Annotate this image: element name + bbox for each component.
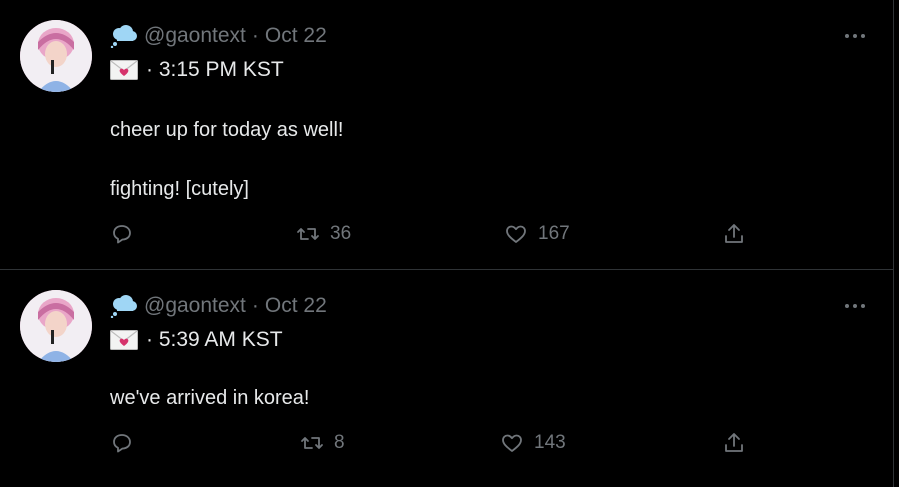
like-button[interactable]: 143 bbox=[500, 431, 566, 455]
share-button[interactable] bbox=[722, 222, 746, 246]
reply-button[interactable] bbox=[110, 222, 134, 246]
tweet-card[interactable]: @gaontext · Oct 22 · 3:15 PM KST cheer u… bbox=[0, 0, 893, 270]
retweet-count: 8 bbox=[334, 432, 345, 453]
like-button[interactable]: 167 bbox=[504, 222, 570, 246]
avatar[interactable] bbox=[20, 290, 92, 362]
tweet-text-line: we've arrived in korea! bbox=[110, 387, 310, 409]
tweet-text-line: cheer up for today as well! bbox=[110, 119, 344, 141]
separator-dot: · bbox=[251, 24, 259, 47]
tweet-actions: 8 143 bbox=[110, 431, 750, 463]
tweet-header: @gaontext · Oct 22 bbox=[110, 292, 327, 320]
retweet-icon bbox=[297, 228, 319, 240]
speech-bubble-cloud-icon bbox=[110, 24, 138, 49]
share-icon bbox=[725, 224, 743, 243]
heart-icon bbox=[502, 434, 522, 452]
avatar-image bbox=[20, 20, 92, 92]
avatar-image bbox=[20, 290, 92, 362]
retweet-button[interactable]: 8 bbox=[300, 431, 345, 455]
tweet-text-line: fighting! [cutely] bbox=[110, 178, 249, 200]
like-count: 167 bbox=[538, 223, 570, 244]
more-icon[interactable] bbox=[845, 32, 865, 40]
reply-icon bbox=[113, 434, 131, 453]
tweet-subline: · 3:15 PM KST bbox=[110, 56, 284, 84]
reply-icon bbox=[113, 225, 131, 244]
share-button[interactable] bbox=[722, 431, 746, 455]
avatar[interactable] bbox=[20, 20, 92, 92]
handle-link[interactable]: @gaontext bbox=[144, 294, 246, 318]
timeline-feed: @gaontext · Oct 22 · 3:15 PM KST cheer u… bbox=[0, 0, 894, 487]
more-icon[interactable] bbox=[845, 302, 865, 310]
tweet-subline: · 5:39 AM KST bbox=[110, 326, 283, 354]
tweet-time: · 3:15 PM KST bbox=[146, 58, 284, 81]
tweet-time: · 5:39 AM KST bbox=[146, 328, 283, 351]
tweet-date[interactable]: Oct 22 bbox=[265, 294, 327, 318]
handle-link[interactable]: @gaontext bbox=[144, 24, 246, 48]
love-letter-icon bbox=[110, 330, 138, 350]
retweet-button[interactable]: 36 bbox=[296, 222, 351, 246]
separator-dot: · bbox=[251, 294, 259, 317]
love-letter-icon bbox=[110, 60, 138, 80]
reply-button[interactable] bbox=[110, 431, 134, 455]
tweet-card[interactable]: @gaontext · Oct 22 · 5:39 AM KST we've a… bbox=[0, 270, 893, 487]
retweet-icon bbox=[301, 437, 323, 449]
share-icon bbox=[725, 433, 743, 452]
heart-icon bbox=[506, 225, 526, 243]
tweet-actions: 36 167 bbox=[110, 222, 750, 254]
speech-bubble-cloud-icon bbox=[110, 294, 138, 319]
retweet-count: 36 bbox=[330, 223, 352, 244]
tweet-header: @gaontext · Oct 22 bbox=[110, 22, 327, 50]
tweet-date[interactable]: Oct 22 bbox=[265, 24, 327, 48]
like-count: 143 bbox=[534, 432, 566, 453]
